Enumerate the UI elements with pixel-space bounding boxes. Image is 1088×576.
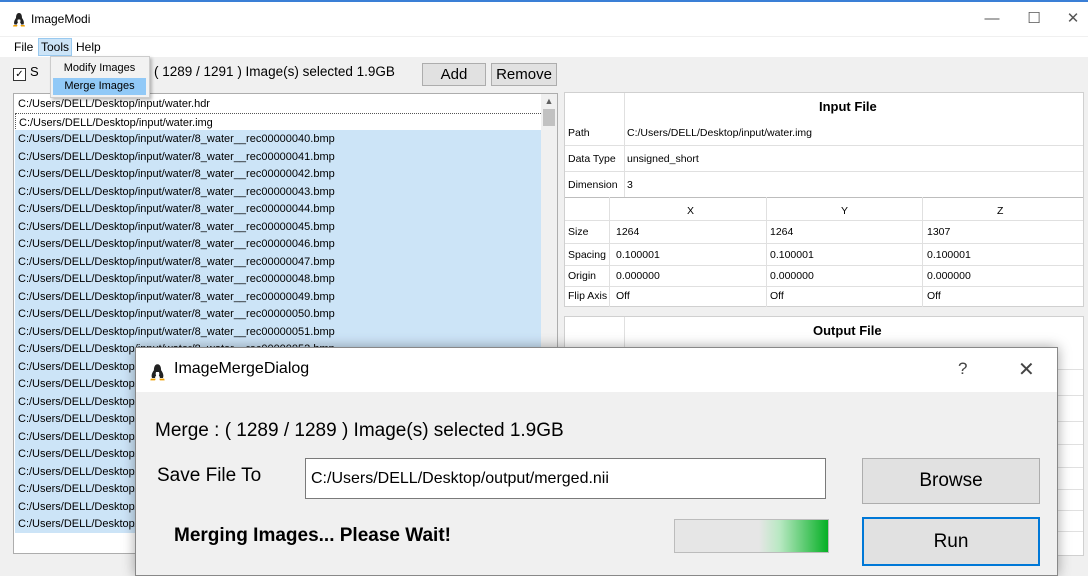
divider bbox=[766, 197, 767, 307]
run-button[interactable]: Run bbox=[862, 517, 1040, 566]
divider bbox=[609, 197, 610, 307]
file-list-item[interactable]: C:/Users/DELL/Desktop/input/water.img bbox=[15, 112, 543, 131]
flip-axis-y[interactable]: Off bbox=[770, 290, 784, 302]
size-label: Size bbox=[568, 226, 589, 238]
add-button[interactable]: Add bbox=[422, 63, 486, 86]
file-list-item[interactable]: C:/Users/DELL/Desktop/input/water/8_wate… bbox=[15, 305, 543, 323]
tools-dropdown-menu: Modify Images Merge Images bbox=[50, 56, 150, 98]
merge-status-text: Merging Images... Please Wait! bbox=[174, 525, 451, 546]
dialog-title: ImageMergeDialog bbox=[174, 360, 310, 377]
dimension-value: 3 bbox=[627, 179, 633, 191]
menu-item-merge-images[interactable]: Merge Images bbox=[53, 78, 146, 95]
input-file-title: Input File bbox=[819, 99, 877, 114]
selection-count-text: ( 1289 / 1291 ) Image(s) selected 1.9GB bbox=[154, 64, 395, 79]
menu-item-modify-images[interactable]: Modify Images bbox=[53, 60, 146, 77]
spacing-label: Spacing bbox=[568, 249, 606, 261]
path-value: C:/Users/DELL/Desktop/input/water.img bbox=[627, 127, 812, 139]
output-file-title: Output File bbox=[813, 323, 882, 338]
title-bar: ImageModi — ☐ ✕ bbox=[0, 0, 1088, 36]
size-x: 1264 bbox=[616, 226, 640, 238]
origin-z: 0.000000 bbox=[927, 270, 971, 282]
dimension-label: Dimension bbox=[568, 179, 618, 191]
dialog-penguin-icon bbox=[149, 363, 166, 386]
file-list-item[interactable]: C:/Users/DELL/Desktop/input/water/8_wate… bbox=[15, 322, 543, 341]
flip-axis-x[interactable]: Off bbox=[616, 290, 630, 302]
file-list-item[interactable]: C:/Users/DELL/Desktop/input/water/8_wate… bbox=[15, 287, 543, 306]
datatype-label: Data Type bbox=[568, 153, 616, 165]
file-list-item[interactable]: C:/Users/DELL/Desktop/input/water/8_wate… bbox=[15, 252, 543, 271]
dialog-close-icon[interactable]: ✕ bbox=[1018, 357, 1035, 382]
axis-z-header: Z bbox=[997, 205, 1004, 217]
file-list-item[interactable]: C:/Users/DELL/Desktop/input/water/8_wate… bbox=[15, 200, 543, 218]
dialog-title-bar: ImageMergeDialog ? ✕ bbox=[136, 348, 1057, 392]
spacing-z: 0.100001 bbox=[927, 249, 971, 261]
browse-button[interactable]: Browse bbox=[862, 458, 1040, 504]
divider bbox=[565, 197, 1083, 198]
divider bbox=[922, 197, 923, 307]
flip-axis-z[interactable]: Off bbox=[927, 290, 941, 302]
spacing-x: 0.100001 bbox=[616, 249, 660, 261]
input-file-panel: Input File Path C:/Users/DELL/Desktop/in… bbox=[564, 92, 1084, 307]
flip-axis-label: Flip Axis bbox=[568, 290, 608, 302]
merge-summary-text: Merge : ( 1289 / 1289 ) Image(s) selecte… bbox=[155, 420, 564, 441]
file-list-item[interactable]: C:/Users/DELL/Desktop/input/water/8_wate… bbox=[15, 165, 543, 183]
divider bbox=[565, 265, 1083, 266]
divider bbox=[565, 220, 1083, 221]
help-icon[interactable]: ? bbox=[958, 359, 967, 379]
image-merge-dialog: ImageMergeDialog ? ✕ Merge : ( 1289 / 12… bbox=[135, 347, 1058, 576]
menu-tools[interactable]: Tools bbox=[38, 38, 73, 56]
menu-file[interactable]: File bbox=[12, 39, 35, 55]
divider bbox=[565, 286, 1083, 287]
origin-x: 0.000000 bbox=[616, 270, 660, 282]
origin-y: 0.000000 bbox=[770, 270, 814, 282]
select-all-checkbox[interactable]: ✓ bbox=[13, 68, 26, 81]
close-icon[interactable]: ✕ bbox=[1062, 8, 1084, 30]
menu-help[interactable]: Help bbox=[74, 39, 103, 55]
minimize-icon[interactable]: — bbox=[981, 8, 1003, 30]
file-list-item[interactable]: C:/Users/DELL/Desktop/input/water/8_wate… bbox=[15, 217, 543, 236]
scroll-up-arrow-icon[interactable]: ▲ bbox=[541, 94, 557, 108]
path-label: Path bbox=[568, 127, 590, 139]
size-y: 1264 bbox=[770, 226, 794, 238]
scroll-thumb[interactable] bbox=[543, 109, 555, 126]
file-list-item[interactable]: C:/Users/DELL/Desktop/input/water/8_wate… bbox=[15, 270, 543, 288]
origin-label: Origin bbox=[568, 270, 597, 282]
remove-button[interactable]: Remove bbox=[491, 63, 557, 86]
select-all-label: S bbox=[30, 64, 39, 79]
save-file-label: Save File To bbox=[157, 465, 262, 486]
axis-x-header: X bbox=[687, 205, 695, 217]
menu-bar: File Tools Help bbox=[0, 37, 1088, 57]
size-z: 1307 bbox=[927, 226, 951, 238]
progress-chunk bbox=[759, 520, 828, 552]
divider bbox=[565, 171, 1083, 172]
divider bbox=[565, 145, 1083, 146]
save-path-input[interactable] bbox=[305, 458, 826, 499]
merge-progress-bar bbox=[674, 519, 829, 553]
window-title: ImageModi bbox=[31, 12, 91, 26]
maximize-icon[interactable]: ☐ bbox=[1023, 8, 1045, 30]
file-list-item[interactable]: C:/Users/DELL/Desktop/input/water/8_wate… bbox=[15, 182, 543, 201]
divider bbox=[565, 243, 1083, 244]
file-list-item[interactable]: C:/Users/DELL/Desktop/input/water/8_wate… bbox=[15, 235, 543, 253]
datatype-value: unsigned_short bbox=[627, 153, 699, 165]
axis-y-header: Y bbox=[841, 205, 849, 217]
file-list-item[interactable]: C:/Users/DELL/Desktop/input/water/8_wate… bbox=[15, 147, 543, 166]
file-list-item[interactable]: C:/Users/DELL/Desktop/input/water/8_wate… bbox=[15, 130, 543, 148]
app-penguin-icon bbox=[12, 12, 26, 32]
spacing-y: 0.100001 bbox=[770, 249, 814, 261]
